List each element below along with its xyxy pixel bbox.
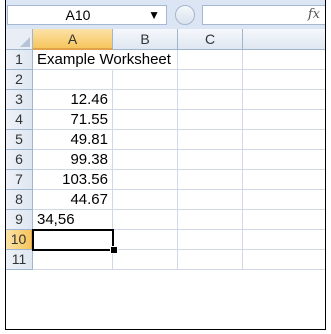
cell-a9[interactable]: 34,56 xyxy=(33,210,113,230)
formula-bar: A10 ▼ fx xyxy=(6,0,325,30)
row-header-2[interactable]: 2 xyxy=(6,70,33,90)
cell-b11[interactable] xyxy=(113,250,178,270)
cell-c4[interactable] xyxy=(178,110,243,130)
cell-d9[interactable] xyxy=(243,210,325,230)
name-box-value: A10 xyxy=(65,7,91,23)
cell-a3[interactable]: 12.46 xyxy=(33,90,113,110)
cell-c11[interactable] xyxy=(178,250,243,270)
row-header-3[interactable]: 3 xyxy=(6,90,33,110)
cell-c8[interactable] xyxy=(178,190,243,210)
spreadsheet-window: A10 ▼ fx A B C 1 Example Worksheet 2 3 12.46… xyxy=(5,0,326,330)
row-header-5[interactable]: 5 xyxy=(6,130,33,150)
cell-c6[interactable] xyxy=(178,150,243,170)
cell-d2[interactable] xyxy=(243,70,325,90)
cell-c10[interactable] xyxy=(178,230,243,250)
cell-c3[interactable] xyxy=(178,90,243,110)
column-header-row: A B C xyxy=(6,29,325,50)
formula-bar-grip[interactable] xyxy=(175,5,199,25)
fill-handle[interactable] xyxy=(110,246,118,254)
column-header-c[interactable]: C xyxy=(178,29,243,50)
cell-c9[interactable] xyxy=(178,210,243,230)
cell-c7[interactable] xyxy=(178,170,243,190)
row-header-1[interactable]: 1 xyxy=(6,50,33,70)
active-cell-border xyxy=(32,229,114,251)
cell-b4[interactable] xyxy=(113,110,178,130)
triangle-down-icon[interactable]: ▼ xyxy=(148,9,160,21)
cell-d1[interactable] xyxy=(243,50,325,70)
select-all-icon xyxy=(20,37,30,47)
cell-d7[interactable] xyxy=(243,170,325,190)
cell-a8[interactable]: 44.67 xyxy=(33,190,113,210)
cell-b3[interactable] xyxy=(113,90,178,110)
row-header-6[interactable]: 6 xyxy=(6,150,33,170)
cell-a7[interactable]: 103.56 xyxy=(33,170,113,190)
row-header-11[interactable]: 11 xyxy=(6,250,33,270)
circle-icon xyxy=(175,5,195,25)
row-header-7[interactable]: 7 xyxy=(6,170,33,190)
cell-d3[interactable] xyxy=(243,90,325,110)
cell-b5[interactable] xyxy=(113,130,178,150)
row-header-10[interactable]: 10 xyxy=(6,230,33,250)
cell-a11[interactable] xyxy=(33,250,113,270)
cell-c2[interactable] xyxy=(178,70,243,90)
cell-a4[interactable]: 71.55 xyxy=(33,110,113,130)
column-header-next[interactable] xyxy=(243,29,325,50)
fx-icon[interactable]: fx xyxy=(308,7,320,22)
cell-d10[interactable] xyxy=(243,230,325,250)
cell-b10[interactable] xyxy=(113,230,178,250)
cell-c5[interactable] xyxy=(178,130,243,150)
cell-a5[interactable]: 49.81 xyxy=(33,130,113,150)
cell-d4[interactable] xyxy=(243,110,325,130)
cell-a2[interactable] xyxy=(33,70,113,90)
cell-b8[interactable] xyxy=(113,190,178,210)
row-header-9[interactable]: 9 xyxy=(6,210,33,230)
row-header-8[interactable]: 8 xyxy=(6,190,33,210)
column-header-b[interactable]: B xyxy=(113,29,178,50)
cell-a6[interactable]: 99.38 xyxy=(33,150,113,170)
cell-b2[interactable] xyxy=(113,70,178,90)
cell-c1[interactable] xyxy=(178,50,243,70)
cell-b9[interactable] xyxy=(113,210,178,230)
row-header-4[interactable]: 4 xyxy=(6,110,33,130)
cell-d5[interactable] xyxy=(243,130,325,150)
cell-d8[interactable] xyxy=(243,190,325,210)
select-all-button[interactable] xyxy=(6,29,33,50)
cell-a1[interactable]: Example Worksheet xyxy=(33,50,171,70)
column-header-a[interactable]: A xyxy=(33,29,113,50)
cell-b7[interactable] xyxy=(113,170,178,190)
cell-d6[interactable] xyxy=(243,150,325,170)
cell-d11[interactable] xyxy=(243,250,325,270)
formula-input[interactable]: fx xyxy=(202,5,325,25)
cell-b6[interactable] xyxy=(113,150,178,170)
name-box[interactable]: A10 ▼ xyxy=(7,5,167,25)
